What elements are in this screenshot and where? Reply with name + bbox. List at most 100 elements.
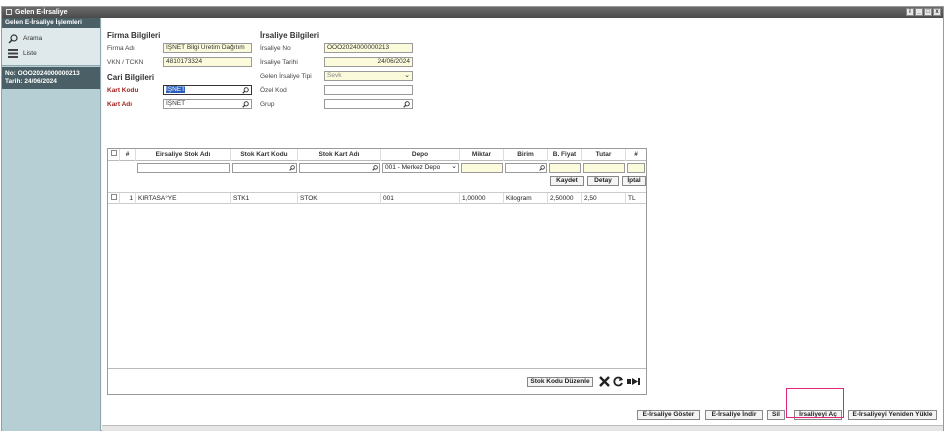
cell-eirsaliye-stok-adi: KIRTASA°YE: [136, 193, 231, 204]
firma-adi-label: Firma Adı: [107, 45, 135, 52]
chevron-down-icon: ⌄: [404, 72, 410, 79]
filter-depo-value: 001 - Merkez Depo: [385, 164, 441, 171]
window-titlebar: Gelen E-İrsaliye i _ □ x: [2, 7, 943, 18]
filter-row: 001 - Merkez Depo ⌄: [108, 162, 646, 174]
chevron-down-icon: ⌄: [451, 163, 457, 170]
e-irsaliyeyi-yeniden-yukle-button[interactable]: E-İrsaliyeyi Yeniden Yükle: [848, 410, 937, 420]
sidebar-header: Gelen E-İrsaliye İşlemleri: [2, 18, 100, 28]
filter-b-fiyat[interactable]: [549, 163, 581, 173]
irsaliye-tipi-value: Sevk: [327, 72, 342, 79]
sidebar-item-label: Arama: [23, 35, 43, 42]
window-title: Gelen E-İrsaliye: [15, 9, 68, 16]
search-icon[interactable]: [372, 165, 378, 171]
search-icon: [8, 33, 18, 44]
delete-icon[interactable]: [599, 376, 610, 387]
col-header-no: #: [120, 149, 136, 161]
cell-miktar: 1,00000: [460, 193, 504, 204]
document-number: No: OOO2024000000213: [5, 70, 80, 77]
search-icon[interactable]: [539, 165, 545, 171]
col-header-stok-kart-adi[interactable]: Stok Kart Adı: [298, 149, 381, 161]
detay-button[interactable]: Detay: [587, 176, 619, 186]
cell-stok-kart-kodu: STK1: [231, 193, 298, 204]
col-header-miktar[interactable]: Miktar: [460, 149, 504, 161]
cell-depo: 001: [381, 193, 460, 204]
firma-section-title: Firma Bilgileri: [107, 31, 161, 40]
ozel-kod-input[interactable]: [324, 85, 413, 95]
kart-adi-input[interactable]: İŞNET: [163, 99, 252, 109]
irsaliye-tipi-select[interactable]: Sevk ⌄: [324, 71, 413, 81]
select-all-checkbox[interactable]: [108, 149, 120, 161]
grup-input[interactable]: [324, 99, 413, 109]
irsaliye-section-title: İrsaliye Bilgileri: [260, 31, 320, 40]
search-icon[interactable]: [242, 87, 249, 94]
list-icon: [8, 49, 18, 58]
kart-adi-value: İŞNET: [166, 100, 186, 107]
kart-kodu-label: Kart Kodu: [107, 87, 139, 94]
highlight-box: [786, 388, 844, 418]
filter-stok-kart-kodu[interactable]: [232, 163, 297, 173]
grid-footer: Stok Kodu Düzenle: [108, 368, 646, 394]
main-content: Firma Bilgileri Firma Adı İŞNET Bilgi Ür…: [102, 18, 943, 425]
sidebar-item-label: Liste: [23, 50, 37, 57]
cell-b-fiyat: 2,50000: [548, 193, 582, 204]
maximize-button[interactable]: □: [924, 8, 932, 16]
irsaliye-tarihi-label: İrsaliye Tarihi: [260, 59, 298, 66]
search-icon[interactable]: [289, 165, 295, 171]
e-irsaliye-indir-button[interactable]: E-İrsaliye İndir: [705, 410, 763, 420]
refresh-icon[interactable]: [613, 376, 624, 387]
ozel-kod-label: Özel Kod: [260, 87, 287, 94]
help-icon[interactable]: i: [906, 8, 914, 16]
vkn-field[interactable]: 4810173324: [163, 57, 252, 67]
cell-stok-kart-adi: STOK: [298, 193, 381, 204]
window-icon: [6, 9, 12, 15]
col-header-stok-kart-kodu[interactable]: Stok Kart Kodu: [231, 149, 298, 161]
search-icon[interactable]: [403, 101, 410, 108]
col-header-depo[interactable]: Depo: [381, 149, 460, 161]
filter-birim[interactable]: [505, 163, 547, 173]
filter-depo-select[interactable]: 001 - Merkez Depo ⌄: [382, 163, 459, 173]
document-summary: No: OOO2024000000213 Tarih: 24/06/2024: [2, 67, 100, 89]
table-row[interactable]: 1 KIRTASA°YE STK1 STOK 001 1,00000 Kilog…: [108, 192, 646, 204]
kart-kodu-value: İŞNET: [166, 86, 186, 93]
filter-doviz[interactable]: [627, 163, 645, 173]
main-window: Gelen E-İrsaliye i _ □ x Gelen E-İrsaliy…: [1, 6, 944, 431]
irsaliye-no-field[interactable]: OOO2024000000213: [324, 43, 413, 53]
search-icon[interactable]: [242, 101, 249, 108]
col-header-eirsaliye-stok-adi[interactable]: Eirsaliye Stok Adı: [136, 149, 231, 161]
firma-adi-field[interactable]: İŞNET Bilgi Üretim Dağıtım: [163, 43, 252, 53]
e-irsaliye-goster-button[interactable]: E-İrsaliye Göster: [637, 410, 700, 420]
sidebar: Gelen E-İrsaliye İşlemleri Arama Liste N…: [2, 18, 101, 431]
kaydet-button[interactable]: Kaydet: [550, 176, 584, 186]
grup-label: Grup: [260, 101, 275, 108]
col-header-birim[interactable]: Birim: [504, 149, 548, 161]
col-header-b-fiyat[interactable]: B. Fiyat: [548, 149, 582, 161]
irsaliye-tarihi-field[interactable]: 24/06/2024: [324, 57, 413, 67]
transfer-icon[interactable]: [627, 376, 640, 387]
kart-adi-label: Kart Adı: [107, 101, 133, 108]
sil-button[interactable]: Sil: [767, 410, 785, 420]
document-date: Tarih: 24/06/2024: [5, 78, 57, 85]
kart-kodu-input[interactable]: İŞNET: [163, 85, 252, 95]
sidebar-item-liste[interactable]: Liste: [2, 46, 100, 61]
stok-kodu-duzenle-button[interactable]: Stok Kodu Düzenle: [527, 377, 593, 387]
filter-stok-kart-adi[interactable]: [299, 163, 380, 173]
filter-miktar[interactable]: [461, 163, 503, 173]
cari-section-title: Cari Bilgileri: [107, 73, 155, 82]
irsaliye-no-label: İrsaliye No: [260, 45, 291, 52]
irsaliye-tipi-label: Gelen İrsaliye Tipi: [260, 73, 312, 80]
filter-eirsaliye-stok-adi[interactable]: [137, 163, 230, 173]
col-header-tutar[interactable]: Tutar: [582, 149, 626, 161]
cell-tutar: 2,50: [582, 193, 626, 204]
sidebar-item-arama[interactable]: Arama: [2, 31, 100, 46]
grid-header: # Eirsaliye Stok Adı Stok Kart Kodu Stok…: [108, 149, 646, 161]
cell-no: 1: [120, 193, 136, 204]
line-items-grid: # Eirsaliye Stok Adı Stok Kart Kodu Stok…: [107, 148, 647, 395]
iptal-button[interactable]: İptal: [622, 176, 646, 186]
close-button[interactable]: x: [933, 8, 941, 16]
minimize-button[interactable]: _: [915, 8, 923, 16]
window-controls: i _ □ x: [906, 8, 941, 16]
status-strip: [102, 425, 943, 431]
cell-birim: Kilogram: [504, 193, 548, 204]
row-checkbox[interactable]: [108, 193, 120, 204]
filter-tutar[interactable]: [583, 163, 625, 173]
